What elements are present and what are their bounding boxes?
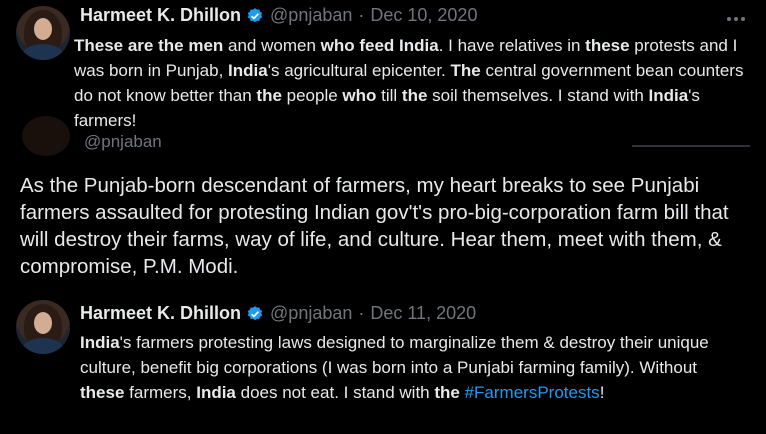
- text-segment: farmers,: [124, 383, 197, 402]
- author-avatar: [22, 116, 70, 156]
- divider: [632, 145, 750, 147]
- highlighted-text: The: [450, 61, 481, 80]
- tweet-text: These are the men and women who feed Ind…: [74, 33, 746, 133]
- highlighted-text: India: [648, 86, 689, 105]
- highlighted-text: the: [434, 383, 460, 402]
- tweet-quoted-fragment[interactable]: @pnjaban As the Punjab-born descendant o…: [0, 116, 766, 290]
- author-name[interactable]: Harmeet K. Dhillon: [80, 303, 241, 324]
- text-segment: people: [281, 86, 343, 105]
- tweet-text: As the Punjab-born descendant of farmers…: [20, 174, 729, 278]
- text-segment: soil themselves. I stand with: [427, 86, 649, 105]
- header-separator: ·: [358, 303, 365, 323]
- tweet-header: Harmeet K. Dhillon @pnjaban · Dec 11, 20…: [80, 303, 476, 324]
- author-handle[interactable]: @pnjaban: [270, 303, 352, 324]
- highlighted-text: these: [585, 36, 630, 55]
- highlighted-text: India: [196, 383, 236, 402]
- author-handle: @pnjaban: [84, 132, 162, 151]
- highlighted-text: the: [256, 86, 282, 105]
- text-segment: 's agricultural epicenter.: [267, 61, 451, 80]
- text-segment: and women: [223, 36, 321, 55]
- text-segment: does not eat. I stand with: [235, 383, 435, 402]
- highlighted-text: India: [80, 333, 120, 352]
- tweet-dec-11[interactable]: Harmeet K. Dhillon @pnjaban · Dec 11, 20…: [0, 290, 766, 434]
- verified-badge-icon: [247, 305, 263, 320]
- tweet-header: Harmeet K. Dhillon @pnjaban · Dec 10, 20…: [80, 5, 477, 26]
- hashtag-link[interactable]: #FarmersProtests: [465, 383, 600, 402]
- text-segment: !: [599, 383, 605, 402]
- author-avatar[interactable]: [16, 300, 70, 354]
- highlighted-text: These are the men: [74, 36, 224, 55]
- tweet-text: India's farmers protesting laws designed…: [80, 330, 746, 405]
- author-handle[interactable]: @pnjaban: [270, 5, 352, 26]
- text-segment: 's farmers protesting laws designed to m…: [80, 333, 709, 377]
- highlighted-text: the: [401, 86, 428, 105]
- author-avatar[interactable]: [16, 6, 70, 60]
- highlighted-text: who feed India: [320, 36, 439, 55]
- more-icon[interactable]: [724, 7, 748, 31]
- tweet-dec-10[interactable]: Harmeet K. Dhillon @pnjaban · Dec 10, 20…: [0, 0, 766, 142]
- author-name[interactable]: Harmeet K. Dhillon: [80, 5, 241, 26]
- highlighted-text: India: [228, 61, 268, 80]
- header-separator: ·: [358, 5, 365, 25]
- text-segment: . I have relatives in: [438, 36, 586, 55]
- text-segment: till: [376, 86, 402, 105]
- highlighted-text: who: [342, 86, 377, 105]
- verified-badge-icon: [247, 7, 263, 22]
- tweet-date[interactable]: Dec 11, 2020: [370, 303, 476, 324]
- highlighted-text: these: [80, 383, 125, 402]
- tweet-date[interactable]: Dec 10, 2020: [370, 5, 477, 26]
